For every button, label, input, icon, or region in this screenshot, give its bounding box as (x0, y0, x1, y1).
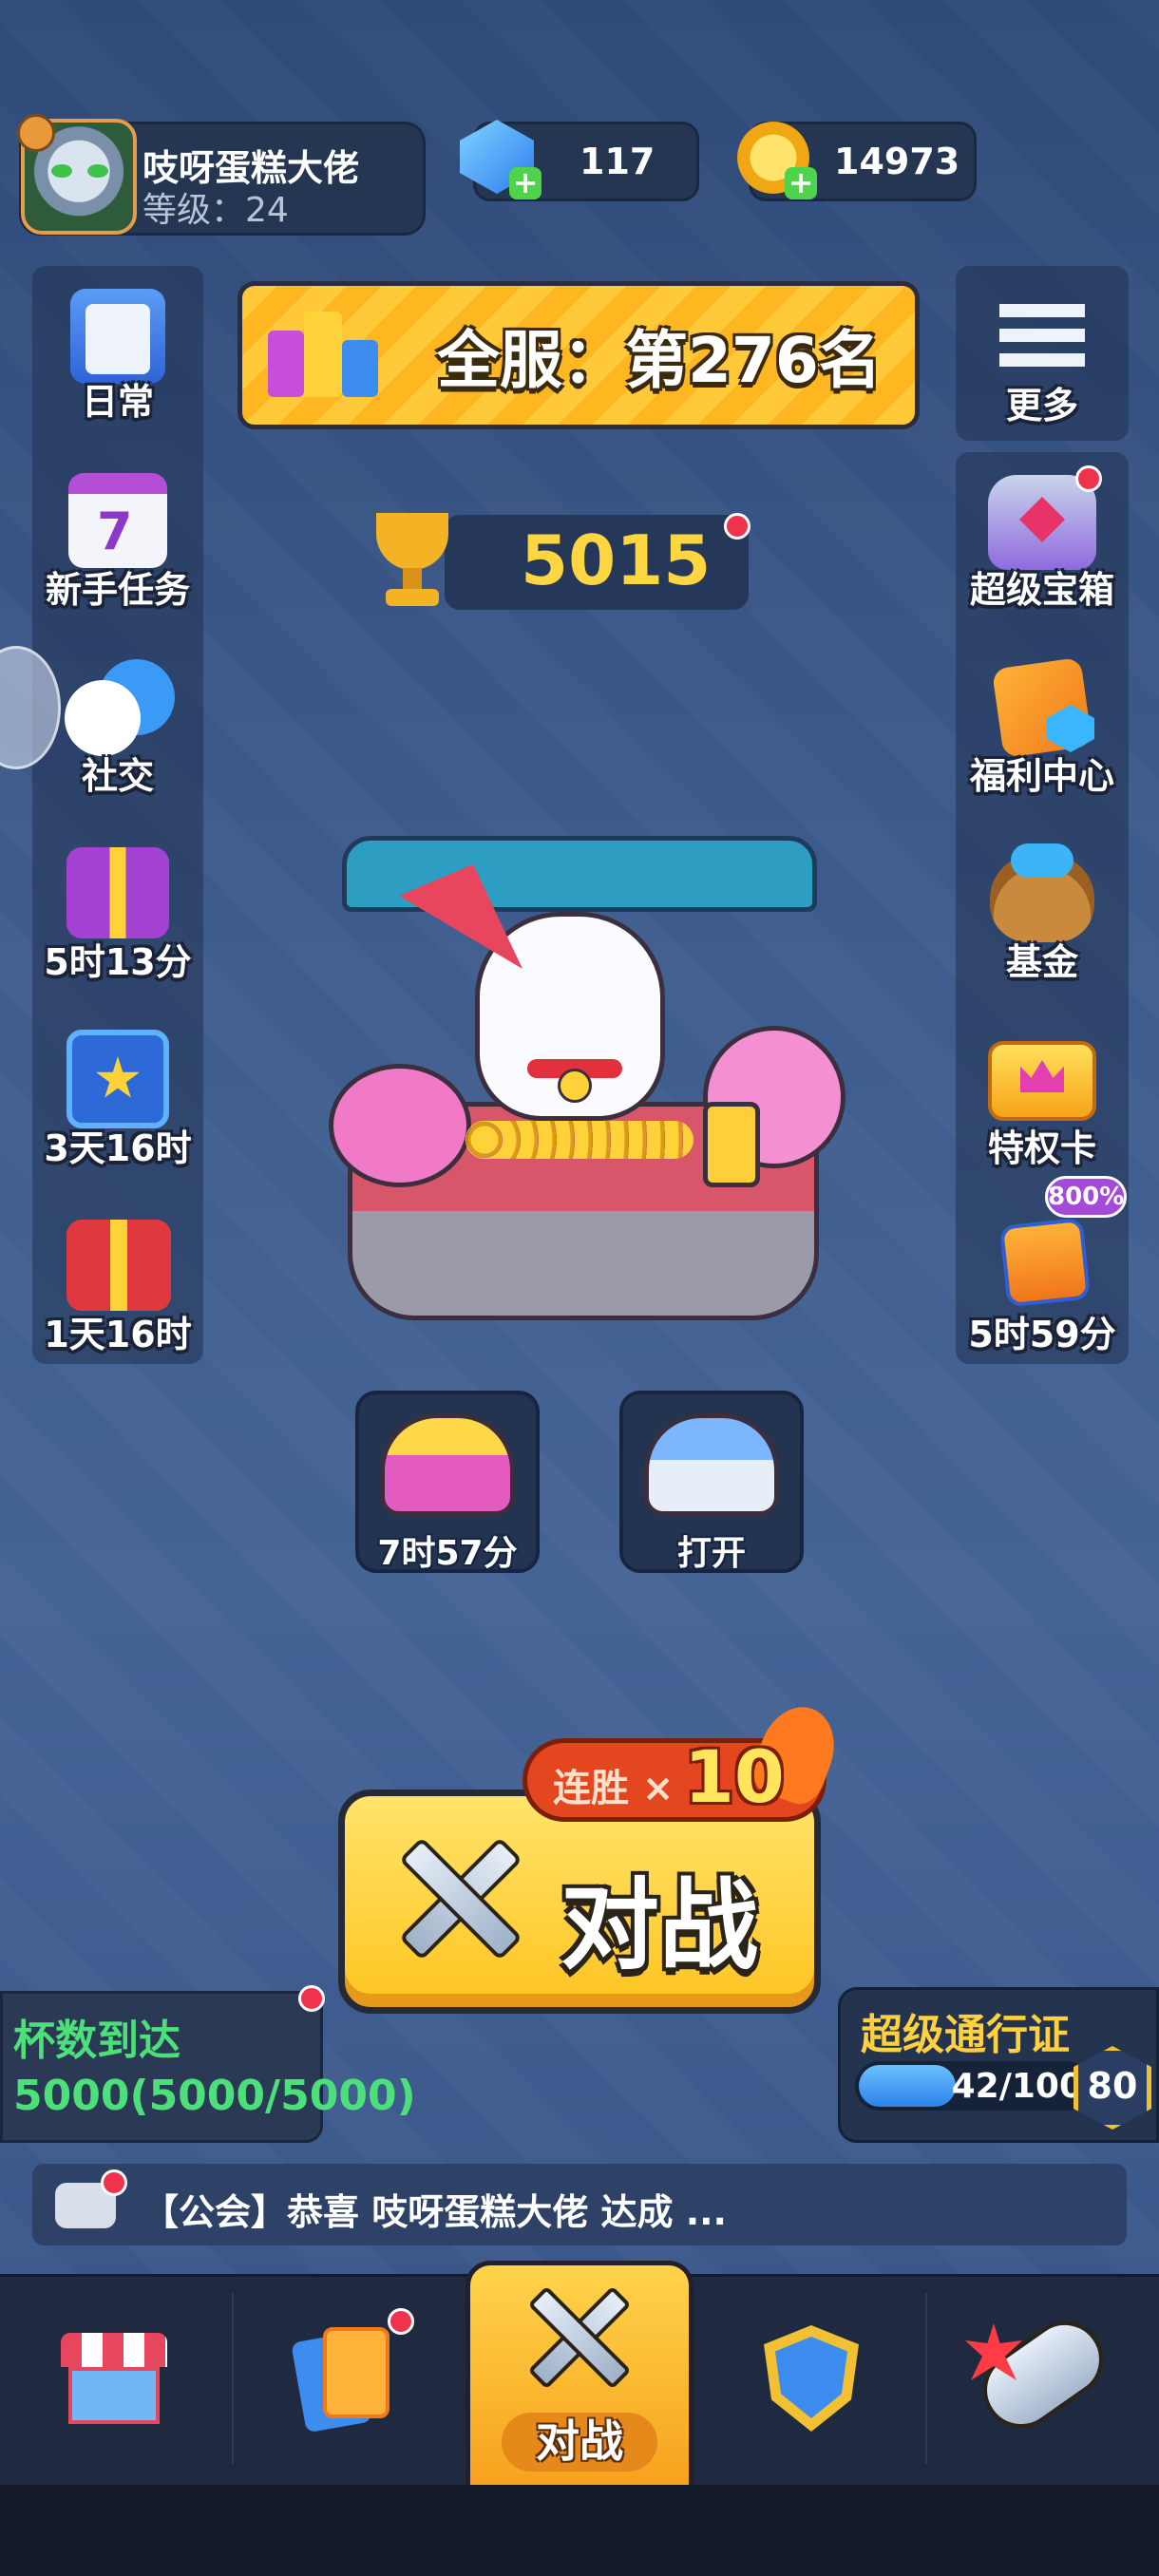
star-chest-icon (66, 1030, 169, 1128)
right-menu-item-fund[interactable]: 基金 (956, 838, 1129, 990)
notification-dot (388, 2308, 414, 2335)
pass-level-value: 80 (1087, 2065, 1138, 2107)
left-menu-item-star-chest[interactable]: 3天16时 (32, 1024, 203, 1176)
arena-scene[interactable] (329, 817, 855, 1330)
left-menu-label: 日常 (81, 381, 154, 423)
chest-slot-1[interactable]: 7时57分 (355, 1391, 540, 1573)
nav-tab-guild[interactable] (695, 2280, 925, 2479)
podium-icon (268, 312, 378, 397)
chest-timer: 7时57分 (377, 1534, 518, 1573)
player-level: 等级：24 (142, 191, 289, 230)
chest-slot-2[interactable]: 打开 (619, 1391, 804, 1573)
nav-tab-battle-label: 对战 (502, 2413, 657, 2472)
left-menu-item-daily[interactable]: 日常 (32, 281, 203, 433)
nav-tab-shop[interactable] (0, 2280, 232, 2479)
coin-count: 14973 (834, 141, 960, 182)
avatar-eye-icon (51, 164, 72, 178)
super-pass-title: 超级通行证 (861, 2011, 1070, 2059)
shop-icon (61, 2333, 167, 2428)
right-menu-item-privilege-card[interactable]: 特权卡 (956, 1024, 1129, 1176)
notification-dot (101, 2169, 127, 2196)
right-menu-label: 更多 (1005, 385, 1078, 426)
right-menu-item-welfare[interactable]: 福利中心 (956, 652, 1129, 804)
gift-box-icon (66, 847, 169, 938)
coins-pile (466, 1121, 694, 1159)
menu-list-icon (999, 304, 1085, 370)
crossed-swords-icon (380, 1828, 542, 1979)
left-menu-label: 社交 (81, 755, 154, 797)
notification-dot (1075, 465, 1102, 492)
right-menu-label: 5时59分 (968, 1314, 1116, 1355)
left-menu-label: 新手任务 (45, 569, 190, 611)
clipboard-icon (70, 289, 165, 384)
nav-tab-cards[interactable] (234, 2280, 466, 2479)
rocket-fist-icon (968, 2306, 1118, 2443)
right-menu-label: 特权卡 (987, 1127, 1096, 1169)
server-rank-text: 全服：第276名 (437, 324, 882, 397)
nav-tab-rocket[interactable] (927, 2280, 1159, 2479)
battle-swords-icon (519, 2278, 642, 2401)
calendar-icon: 7 (68, 473, 167, 568)
lantern (703, 1102, 760, 1187)
trophy-quest-text: 杯数到达5000(5000/5000) (13, 2017, 416, 2120)
chat-message: 【公会】恭喜 吱呀蛋糕大佬 达成 ... (142, 2191, 727, 2233)
offer-badge: 800% (1045, 1176, 1127, 1218)
left-menu-label: 1天16时 (44, 1314, 192, 1355)
win-streak-value: 10 (684, 1734, 785, 1819)
right-menu-item-card-offer[interactable]: 800% 5时59分 (956, 1176, 1129, 1366)
gem-count: 117 (580, 141, 656, 182)
left-menu-item-party-gift[interactable]: 1天16时 (32, 1210, 203, 1362)
trophy-count: 5015 (521, 521, 712, 600)
privilege-card-icon (988, 1041, 1096, 1121)
pink-chest-icon (380, 1413, 515, 1516)
right-menu-label: 超级宝箱 (969, 569, 1114, 611)
super-pass-progress-text: 42/100 (951, 2067, 1083, 2106)
left-menu-item-newbie-tasks[interactable]: 7 新手任务 (32, 465, 203, 617)
trophy-icon (365, 513, 460, 612)
notification-dot (724, 513, 750, 540)
win-streak-label: 连胜 × (553, 1767, 674, 1810)
right-menu-item-more[interactable]: 更多 (956, 285, 1129, 437)
right-menu-label: 基金 (1005, 941, 1078, 983)
left-menu-item-gift[interactable]: 5时13分 (32, 838, 203, 990)
system-nav-strip (0, 2485, 1159, 2576)
avatar-eye-icon (87, 164, 108, 178)
cherry-tree-left (329, 1064, 471, 1187)
blue-chest-icon (644, 1413, 779, 1516)
party-gift-icon (66, 1220, 171, 1311)
right-menu-label: 福利中心 (969, 755, 1114, 797)
notification-dot (298, 1985, 325, 2012)
right-menu-item-super-chest[interactable]: 超级宝箱 (956, 465, 1129, 617)
left-menu-label: 3天16时 (44, 1127, 192, 1169)
guild-shield-icon (764, 2325, 859, 2432)
settings-gear-icon[interactable] (17, 114, 55, 152)
cards-icon (291, 2327, 393, 2434)
left-menu-label: 5时13分 (44, 941, 192, 983)
add-coins-plus-icon[interactable]: + (785, 167, 817, 199)
battle-label: 对战 (560, 1867, 759, 1983)
add-gems-plus-icon[interactable]: + (509, 167, 542, 199)
card-offer-icon (998, 1217, 1092, 1308)
chest-open-label: 打开 (676, 1534, 746, 1573)
